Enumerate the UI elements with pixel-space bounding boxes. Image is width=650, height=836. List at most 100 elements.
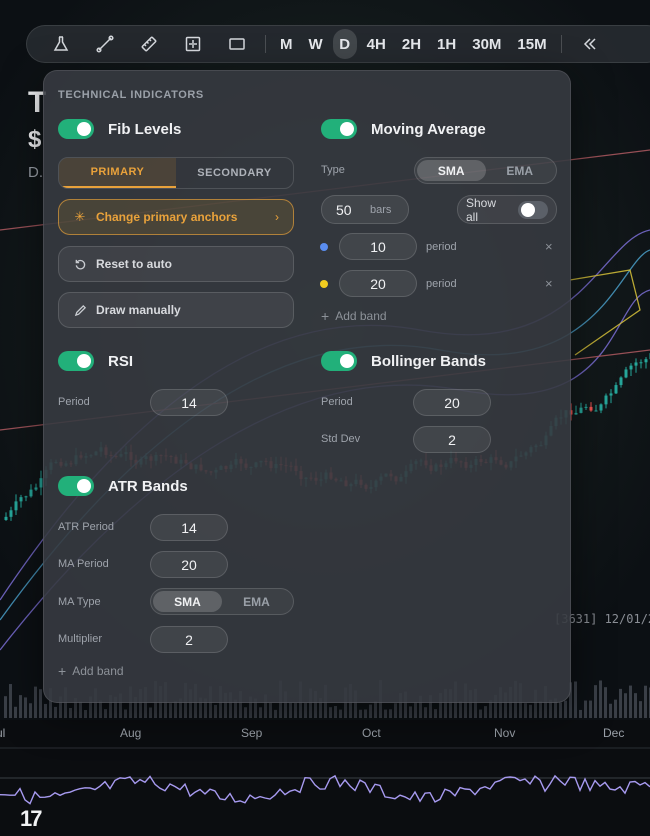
timeframe-1h[interactable]: 1H (431, 29, 462, 59)
bb-stddev-input[interactable]: 2 (413, 426, 491, 453)
flask-icon[interactable] (39, 29, 83, 59)
background-candle (639, 362, 643, 364)
add-band-label: Add band (72, 664, 124, 678)
remove-band-icon[interactable]: × (545, 239, 553, 254)
atr-multiplier-input[interactable]: 2 (150, 626, 228, 653)
ma-add-band-button[interactable]: + Add band (321, 308, 387, 324)
timeframe-15m[interactable]: 15M (511, 29, 552, 59)
toolbar-divider (265, 35, 266, 53)
background-candle (594, 410, 598, 412)
background-candle (614, 385, 618, 394)
technical-indicators-panel: TECHNICAL INDICATORS Fib Levels PRIMARY … (43, 70, 571, 703)
background-volume-bar (609, 703, 612, 718)
timeframe-2h[interactable]: 2H (396, 29, 427, 59)
ma-band-1-unit: period (426, 241, 457, 253)
sparkle-icon: ✳ (74, 209, 86, 224)
background-candle (644, 359, 648, 363)
background-volume-bar (484, 706, 487, 718)
rsi-period-input[interactable]: 14 (150, 389, 228, 416)
background-volume-bar (389, 709, 392, 718)
background-volume-bar (604, 687, 607, 718)
background-volume-bar (29, 703, 32, 718)
rewind-icon[interactable] (568, 29, 612, 59)
background-candle (4, 516, 8, 520)
bollinger-bands-toggle[interactable] (321, 351, 357, 371)
background-volume-bar (629, 685, 632, 718)
background-candle (604, 395, 608, 405)
background-volume-bar (589, 700, 592, 718)
background-volume-bar (334, 705, 337, 718)
draw-label: Draw manually (96, 303, 181, 317)
background-volume-bar (614, 699, 617, 718)
atr-ma-type-selector: SMA EMA (150, 588, 294, 615)
background-candle (609, 393, 613, 396)
ma-band-2-input[interactable]: 20 (339, 270, 417, 297)
reset-icon (73, 257, 87, 271)
background-volume-bar (54, 706, 57, 718)
ma-band-1-input[interactable]: 10 (339, 233, 417, 260)
atr-ma-type-label: MA Type (58, 596, 101, 608)
background-volume-bar (294, 702, 297, 718)
show-all-toggle[interactable]: Show all (457, 195, 557, 224)
background-volume-bar (39, 689, 42, 718)
background-candle (34, 487, 38, 490)
measure-icon[interactable] (171, 29, 215, 59)
ma-type-sma[interactable]: SMA (417, 160, 486, 181)
ma-type-ema[interactable]: EMA (486, 160, 555, 181)
background-volume-bar (459, 700, 462, 718)
month-label: Oct (362, 726, 381, 740)
timeframe-w[interactable]: W (303, 29, 329, 59)
moving-average-toggle[interactable] (321, 119, 357, 139)
change-primary-anchors-button[interactable]: ✳ Change primary anchors › (58, 199, 294, 235)
background-volume-bar (19, 695, 22, 718)
bb-period-input[interactable]: 20 (413, 389, 491, 416)
background-volume-bar (69, 707, 72, 718)
atr-ma-period-input[interactable]: 20 (150, 551, 228, 578)
timeframe-4h[interactable]: 4H (361, 29, 392, 59)
trendline-icon[interactable] (83, 29, 127, 59)
timeframe-m[interactable]: M (274, 29, 299, 59)
reset-to-auto-button[interactable]: Reset to auto (58, 246, 294, 282)
moving-average-label: Moving Average (371, 120, 486, 138)
background-volume-bar (529, 704, 532, 718)
background-candle (634, 362, 638, 366)
background-volume-bar (619, 688, 622, 718)
rectangle-icon[interactable] (215, 29, 259, 59)
atr-bands-toggle[interactable] (58, 476, 94, 496)
background-volume-bar (79, 701, 82, 718)
tab-secondary[interactable]: SECONDARY (176, 158, 293, 188)
background-volume-bar (564, 700, 567, 718)
background-volume-bar (524, 703, 527, 718)
background-volume-bar (424, 707, 427, 718)
background-volume-bar (34, 686, 37, 718)
background-volume-bar (539, 701, 542, 718)
remove-band-icon[interactable]: × (545, 276, 553, 291)
month-label: Sep (241, 726, 263, 740)
atr-add-band-button[interactable]: + Add band (58, 663, 124, 679)
background-candle (619, 377, 623, 386)
timeframe-d[interactable]: D (332, 29, 357, 59)
background-volume-bar (369, 704, 372, 718)
toolbar-divider (560, 35, 562, 53)
pencil-icon (73, 303, 87, 317)
rsi-toggle[interactable] (58, 351, 94, 371)
timeframe-30m[interactable]: 30M (466, 29, 507, 59)
ruler-icon[interactable] (127, 29, 171, 59)
background-volume-bar (269, 702, 272, 718)
background-volume-bar (624, 693, 627, 718)
background-candle (589, 406, 593, 411)
ma-bars-input[interactable]: 50 bars (321, 195, 409, 224)
draw-manually-button[interactable]: Draw manually (58, 292, 294, 328)
background-volume-bar (364, 709, 367, 718)
atr-multiplier-label: Multiplier (58, 633, 103, 645)
atr-ma-type-ema[interactable]: EMA (222, 591, 291, 612)
atr-ma-type-sma[interactable]: SMA (153, 591, 222, 612)
background-candle (584, 406, 588, 408)
show-all-switch[interactable] (517, 200, 548, 219)
bollinger-bands-header: Bollinger Bands (321, 351, 486, 371)
reset-label: Reset to auto (96, 257, 173, 271)
tab-primary[interactable]: PRIMARY (59, 158, 176, 188)
fib-levels-toggle[interactable] (58, 119, 94, 139)
background-volume-bar (124, 709, 127, 718)
atr-period-input[interactable]: 14 (150, 514, 228, 541)
